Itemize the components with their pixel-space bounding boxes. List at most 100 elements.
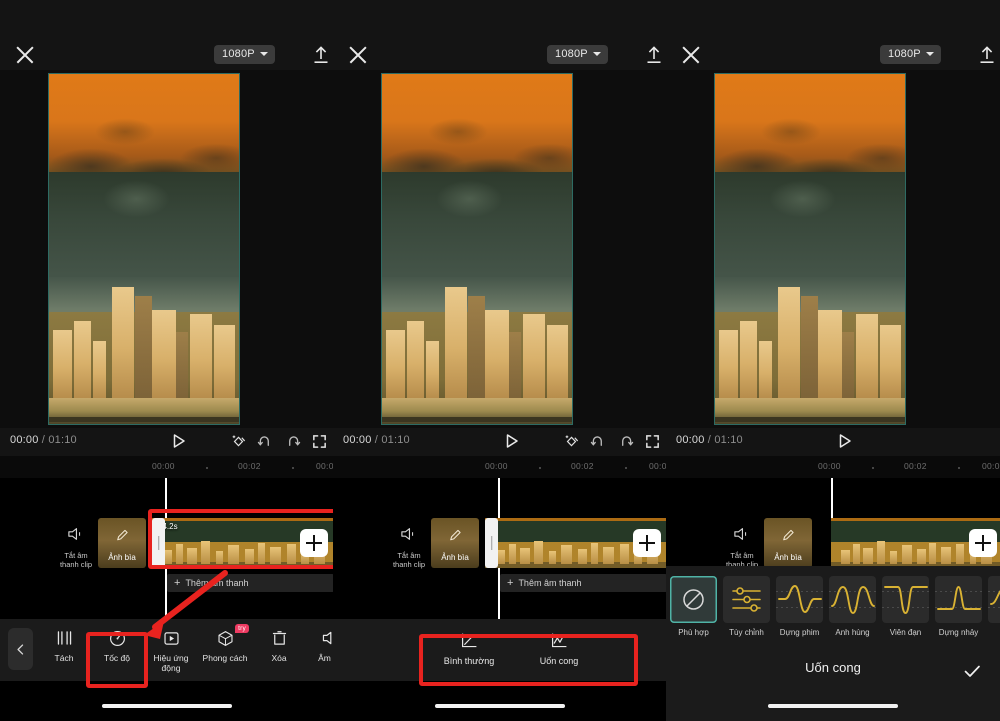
top-bar-2: 1080P (333, 0, 666, 70)
time-separator: / (707, 434, 712, 446)
curve-preset-montage[interactable]: Dựng phim (776, 576, 823, 637)
close-icon[interactable] (680, 44, 702, 66)
undo-icon[interactable] (256, 433, 273, 450)
time-separator: / (374, 434, 379, 446)
curve-preset-hero[interactable]: Anh hùng (829, 576, 876, 637)
add-clip-button[interactable] (969, 529, 997, 557)
close-icon[interactable] (347, 44, 369, 66)
time-display: 00:00 / 01:10 (343, 434, 410, 446)
confirm-check-icon[interactable] (962, 661, 982, 681)
curve-preset-bullet-label: Viên đạn (889, 628, 922, 637)
timeline-ruler[interactable]: 00:00 00:02 00:0 (0, 456, 333, 478)
ruler-tick: 00:0 (649, 461, 666, 471)
resolution-button[interactable]: 1080P (547, 45, 608, 64)
mute-label-line1: Tắt âm (730, 551, 754, 560)
close-icon[interactable] (14, 44, 36, 66)
mute-label-line1: Tắt âm (64, 551, 88, 560)
timeline-1[interactable]: 00:00 00:02 00:0 Tắt âm thanh clip Ảnh b… (0, 456, 333, 721)
home-indicator (768, 704, 898, 708)
curve-preset-custom[interactable]: Tùy chỉnh (723, 576, 770, 637)
resolution-label: 1080P (555, 48, 588, 60)
bullet-curve-icon (882, 576, 929, 623)
export-icon[interactable] (643, 44, 665, 66)
cover-thumbnail-button[interactable]: Ảnh bìa (431, 518, 479, 568)
mute-label-line1: Tắt âm (397, 551, 421, 560)
delete-icon (253, 627, 305, 649)
keyframe-icon[interactable] (230, 433, 247, 450)
mute-clip-audio-button[interactable]: Tắt âm thanh clip (389, 526, 429, 570)
curve-preset-fit[interactable]: Phù hợp (670, 576, 717, 637)
export-icon[interactable] (310, 44, 332, 66)
curve-preset-montage-label: Dựng phim (779, 628, 820, 637)
timeline-ruler[interactable]: 00:00 00:02 00:0 (333, 456, 666, 478)
tool-speed-label: Tốc độ (104, 653, 130, 663)
total-time: 01:10 (48, 434, 77, 446)
cover-thumbnail-button[interactable]: Ảnh bìa (98, 518, 146, 568)
tool-style-label: Phong cách (202, 653, 248, 663)
curve-panel-footer: Uốn cong (666, 649, 1000, 691)
time-display: 00:00 / 01:10 (676, 434, 743, 446)
play-icon[interactable] (826, 434, 851, 448)
speed-mode-normal[interactable]: Bình thường (433, 629, 505, 666)
keyframe-icon[interactable] (563, 433, 580, 450)
video-preview-3[interactable] (666, 70, 1000, 428)
redo-icon[interactable] (285, 433, 302, 450)
timeline-2[interactable]: 00:00 00:02 00:0 Tắt âm thanh clip Ảnh b… (333, 456, 666, 721)
video-preview-2[interactable] (333, 70, 666, 428)
tool-volume-label: Âm lu (318, 653, 333, 663)
resolution-button[interactable]: 1080P (214, 45, 275, 64)
split-icon (38, 627, 90, 649)
speed-mode-curve[interactable]: Uốn cong (523, 629, 595, 666)
chevron-down-icon (925, 52, 934, 56)
play-icon[interactable] (160, 434, 185, 448)
tool-delete[interactable]: Xóa (253, 627, 305, 663)
fullscreen-icon[interactable] (311, 433, 328, 450)
add-audio-label: Thêm âm thanh (518, 578, 582, 588)
mute-clip-audio-button[interactable]: Tắt âm thanh clip (722, 526, 762, 570)
curve-preset-jumpcut[interactable]: Dựng nhảy (935, 576, 982, 637)
back-button[interactable] (8, 628, 33, 670)
timeline-ruler[interactable]: 00:00 00:02 00:0 (666, 456, 1000, 478)
try-badge: try (235, 624, 249, 633)
redo-icon[interactable] (618, 433, 635, 450)
none-icon (670, 576, 717, 623)
clip-trim-handle-left[interactable] (485, 518, 498, 568)
curve-preset-bullet[interactable]: Viên đạn (882, 576, 929, 637)
speed-mode-curve-label: Uốn cong (539, 656, 579, 666)
undo-icon[interactable] (589, 433, 606, 450)
tool-animation-label: Hiệu ứng động (153, 653, 189, 674)
player-controls-3: 00:00 / 01:10 (666, 428, 1000, 456)
tool-split[interactable]: Tách (38, 627, 90, 663)
mute-clip-audio-button[interactable]: Tắt âm thanh clip (56, 526, 96, 570)
add-clip-button[interactable] (633, 529, 661, 557)
resolution-button[interactable]: 1080P (880, 45, 941, 64)
add-audio-track[interactable]: + Thêm âm thanh (500, 574, 666, 592)
video-preview-1[interactable] (0, 70, 333, 428)
total-time: 01:10 (714, 434, 743, 446)
tool-style[interactable]: try Phong cách (199, 624, 251, 663)
plus-icon: + (507, 577, 514, 589)
curve-speed-icon (523, 629, 595, 651)
home-indicator (434, 704, 565, 708)
add-clip-button[interactable] (300, 529, 328, 557)
time-display: 00:00 / 01:10 (10, 434, 77, 446)
curve-presets-panel: Phù hợp Tùy chỉnh Dựng phim Anh hùng Viê… (666, 566, 1000, 721)
export-icon[interactable] (976, 44, 998, 66)
curve-preset-partial[interactable] (988, 576, 1000, 637)
tool-animation[interactable]: Hiệu ứng động (145, 627, 197, 673)
clip-trim-handle-left[interactable] (152, 518, 165, 568)
cover-label: Ảnh bìa (108, 553, 136, 562)
panel-step-1: 1080P 00:00 / 01:10 00:00 00:02 00:0 Tắt… (0, 0, 333, 721)
plus-icon: + (174, 577, 181, 589)
cover-thumbnail-button[interactable]: Ảnh bìa (764, 518, 812, 568)
resolution-label: 1080P (222, 48, 255, 60)
curve-preset-custom-label: Tùy chỉnh (729, 628, 764, 637)
play-icon[interactable] (493, 434, 518, 448)
tool-speed[interactable]: Tốc độ (91, 627, 143, 663)
tool-volume[interactable]: Âm lu (303, 627, 333, 663)
fullscreen-icon[interactable] (644, 433, 661, 450)
top-bar-1: 1080P (0, 0, 333, 70)
curve-panel-title: Uốn cong (805, 660, 861, 675)
add-audio-track[interactable]: + Thêm âm thanh (167, 574, 333, 592)
player-controls-2: 00:00 / 01:10 (333, 428, 666, 456)
